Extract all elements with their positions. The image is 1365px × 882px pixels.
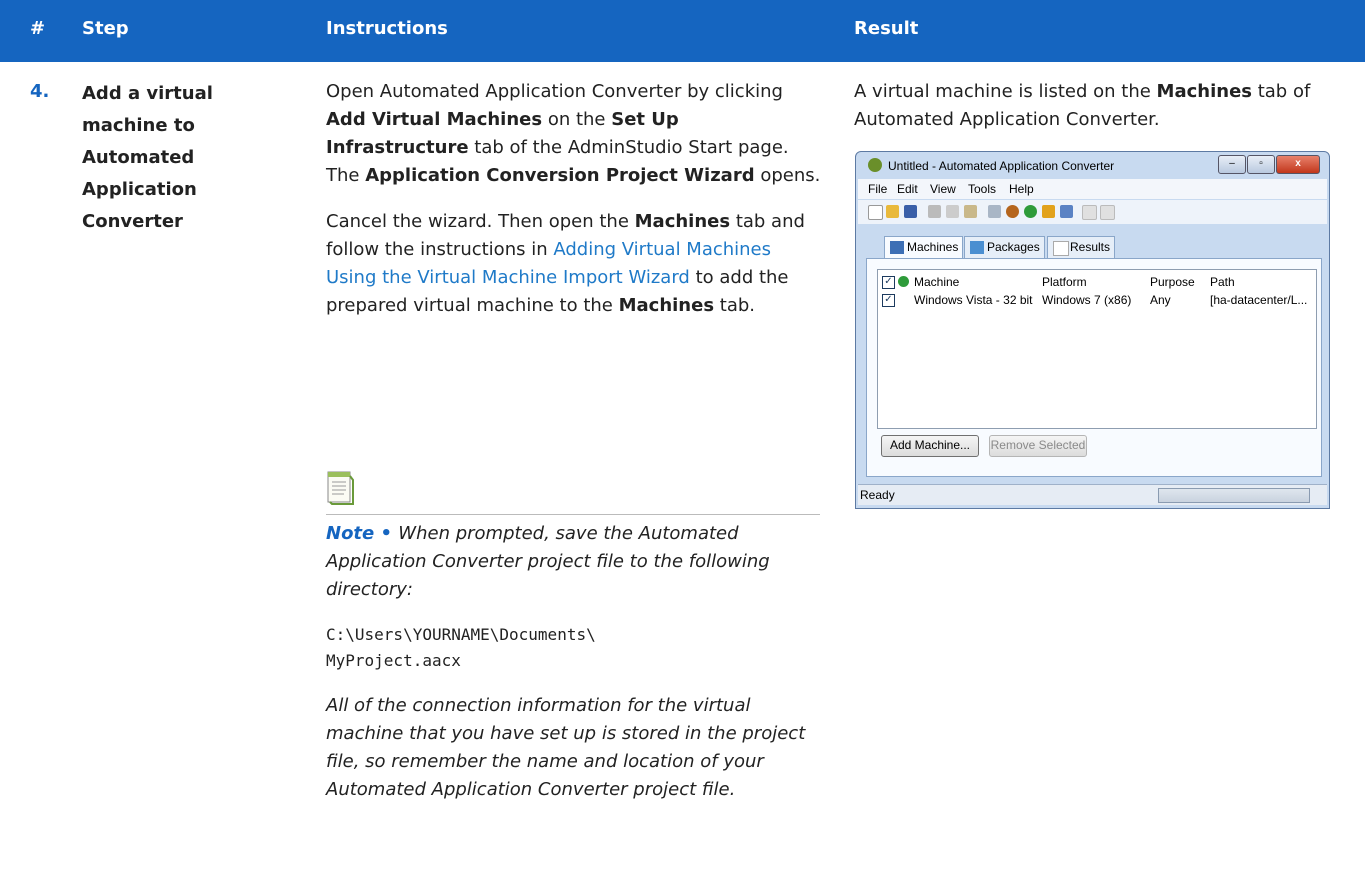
col-header-step: Step: [82, 18, 129, 39]
col-header-instructions: Instructions: [326, 18, 448, 39]
code-line: C:\Users\YOURNAME\Documents\: [326, 625, 596, 644]
open-icon[interactable]: [886, 205, 899, 218]
cell-machine: Windows Vista - 32 bit: [914, 293, 1033, 307]
delete-icon[interactable]: [1060, 205, 1073, 218]
note-separator: •: [374, 523, 399, 544]
packages-icon: [970, 241, 984, 254]
col-purpose[interactable]: Purpose: [1150, 275, 1195, 289]
step-number: 4.: [30, 81, 50, 102]
col-header-number: #: [30, 18, 46, 39]
app-window-screenshot: Untitled - Automated Application Convert…: [855, 151, 1330, 509]
note-text-2: All of the connection information for th…: [326, 695, 806, 800]
maximize-button[interactable]: ▫: [1247, 155, 1275, 174]
menu-tools[interactable]: Tools: [968, 182, 996, 196]
progress-bar: [1158, 488, 1310, 503]
save-icon[interactable]: [904, 205, 917, 218]
menu-edit[interactable]: Edit: [897, 182, 918, 196]
import-icon[interactable]: [1042, 205, 1055, 218]
col-platform[interactable]: Platform: [1042, 275, 1087, 289]
machines-panel: ✓ Machine Platform Purpose Path ✓ Window…: [866, 258, 1322, 477]
status-text: Ready: [860, 488, 895, 502]
tab-results[interactable]: Results: [1047, 236, 1116, 258]
step-title-line: Application: [82, 179, 197, 200]
package-icon[interactable]: [1006, 205, 1019, 218]
step-title-line: Automated: [82, 147, 195, 168]
menu-view[interactable]: View: [930, 182, 956, 196]
title-bar: Untitled - Automated Application Convert…: [856, 152, 1329, 178]
menu-file[interactable]: File: [868, 182, 887, 196]
add-machine-button[interactable]: Add Machine...: [881, 435, 979, 457]
step-title-line: Converter: [82, 211, 183, 232]
find-icon[interactable]: [988, 205, 1001, 218]
app-icon: [868, 158, 882, 172]
bold-text: Application Conversion Project Wizard: [365, 165, 755, 186]
copy-icon[interactable]: [946, 205, 959, 218]
code-line: MyProject.aacx: [326, 651, 461, 670]
page-icon[interactable]: [1082, 205, 1097, 220]
paste-icon[interactable]: [964, 205, 977, 218]
instructions-paragraph-2: Cancel the wizard. Then open the Machine…: [326, 208, 821, 320]
close-button[interactable]: x: [1276, 155, 1320, 174]
new-icon[interactable]: [868, 205, 883, 220]
tab-label: Packages: [987, 240, 1040, 254]
bold-text: Machines: [1156, 81, 1252, 102]
text: tab.: [714, 295, 756, 316]
cut-icon[interactable]: [928, 205, 941, 218]
col-header-result: Result: [854, 18, 919, 39]
text: Cancel the wizard. Then open the: [326, 211, 635, 232]
tab-label: Results: [1070, 240, 1111, 254]
tab-packages[interactable]: Packages: [964, 236, 1045, 258]
step-title-line: Add a virtual: [82, 83, 213, 104]
cell-platform: Windows 7 (x86): [1042, 293, 1132, 307]
minimize-button[interactable]: –: [1218, 155, 1246, 174]
notepad-icon: [327, 471, 354, 505]
cell-purpose: Any: [1150, 293, 1171, 307]
run-icon[interactable]: [1024, 205, 1037, 218]
note-divider: [326, 514, 820, 515]
note-code-path: C:\Users\YOURNAME\Documents\ MyProject.aa…: [326, 622, 821, 674]
text: on the: [542, 109, 612, 130]
text: opens.: [754, 165, 821, 186]
window-title: Untitled - Automated Application Convert…: [888, 159, 1115, 173]
bold-text: Machines: [618, 295, 715, 316]
step-title: Add a virtual machine to Automated Appli…: [82, 78, 302, 238]
tab-machines[interactable]: Machines: [884, 236, 964, 259]
results-icon: [1053, 241, 1069, 256]
instructions: Open Automated Application Converter by …: [326, 78, 821, 338]
col-machine[interactable]: Machine: [914, 275, 959, 289]
machine-list: ✓ Machine Platform Purpose Path ✓ Window…: [877, 269, 1317, 429]
status-bar: Ready: [858, 484, 1327, 505]
note-text-1: Note • When prompted, save the Automated…: [326, 520, 821, 604]
row-checkbox[interactable]: ✓: [882, 294, 895, 307]
bold-text: Machines: [634, 211, 731, 232]
menu-help[interactable]: Help: [1009, 182, 1034, 196]
machines-icon: [890, 241, 904, 254]
menu-bar: File Edit View Tools Help: [858, 179, 1327, 199]
toolbar: [858, 200, 1327, 224]
step-title-line: machine to: [82, 115, 195, 136]
select-all-checkbox[interactable]: ✓: [882, 276, 895, 289]
status-icon: [898, 276, 909, 287]
note: Note • When prompted, save the Automated…: [326, 520, 821, 822]
tab-label: Machines: [907, 240, 959, 254]
bold-text: Add Virtual Machines: [326, 109, 543, 130]
col-path[interactable]: Path: [1210, 275, 1235, 289]
remove-selected-button[interactable]: Remove Selected: [989, 435, 1087, 457]
text: A virtual machine is listed on the: [854, 81, 1157, 102]
cell-path: [ha-datacenter/L...: [1210, 293, 1308, 307]
result-text: A virtual machine is listed on the Machi…: [854, 78, 1364, 134]
table-header: # Step Instructions Result: [0, 0, 1365, 62]
text: Open Automated Application Converter by …: [326, 81, 783, 102]
instructions-paragraph-1: Open Automated Application Converter by …: [326, 78, 821, 190]
preview-icon[interactable]: [1100, 205, 1115, 220]
note-label: Note: [326, 523, 375, 544]
